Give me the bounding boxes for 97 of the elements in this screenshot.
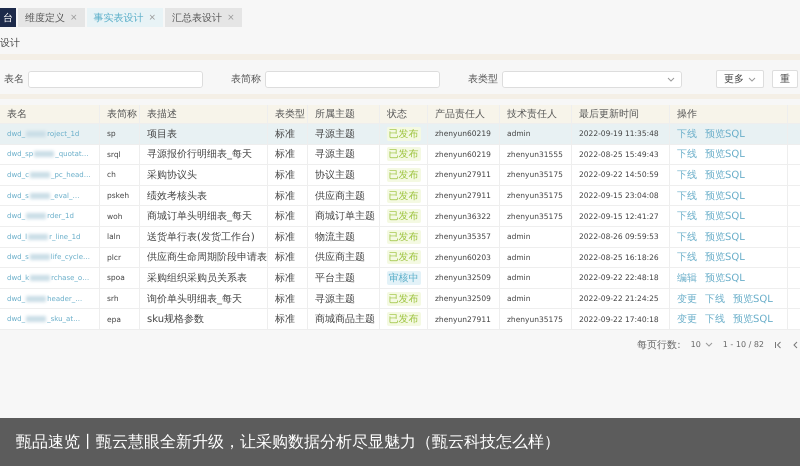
action-link[interactable]: 预览SQL — [705, 126, 745, 141]
table-cell-text: 采购组织采购员关系表 — [147, 272, 247, 285]
action-link[interactable]: 下线 — [705, 292, 725, 306]
action-link[interactable]: 下线 — [677, 147, 697, 162]
table-cell-text: 协议主题 — [315, 168, 355, 182]
table-cell-text: 标准 — [275, 250, 295, 264]
column-header: 状态 — [380, 105, 428, 123]
status-tag: 已发布 — [386, 292, 420, 306]
tab[interactable]: 维度定义 × — [18, 8, 85, 27]
table-cell-text: 寻源报价行明细表_每天 — [147, 148, 252, 162]
action-link[interactable]: 预览SQL — [733, 312, 773, 326]
button[interactable]: 重 — [772, 70, 798, 88]
table-cell-text: 询价单头明细表_每天 — [147, 292, 242, 306]
column-header: 技术责任人 — [500, 105, 572, 123]
table-cell-text: 标准 — [275, 190, 295, 203]
action-link[interactable]: 下线 — [677, 209, 697, 224]
column-header: 产品责任人 — [428, 105, 500, 123]
column-header: 所属主题 — [308, 105, 380, 123]
action-link[interactable]: 编辑 — [677, 270, 697, 285]
action-link[interactable]: 下线 — [677, 168, 697, 182]
action-link[interactable]: 预览SQL — [705, 250, 745, 264]
table-cell-text: 标准 — [275, 230, 295, 244]
table-cell-text: 商城商品主题 — [315, 312, 375, 326]
rows-per-page-label: 每页行数: — [637, 338, 681, 352]
status-tag: 审核中 — [386, 270, 420, 285]
action-link[interactable]: 下线 — [677, 250, 697, 264]
action-link[interactable]: 下线 — [677, 188, 697, 203]
column-header: 操作 — [670, 105, 788, 123]
previous-page-icon[interactable] — [792, 340, 798, 349]
first-page-icon[interactable] — [774, 340, 782, 349]
more-button[interactable]: 更多 — [716, 70, 764, 88]
column-header: 表类型 — [268, 105, 308, 123]
table-cell-text: 绩效考核头表 — [147, 190, 207, 203]
status-tag: 已发布 — [386, 312, 420, 326]
action-link[interactable]: 预览SQL — [705, 188, 745, 203]
column-header: 表名 — [0, 105, 100, 123]
page-range: 1 - 10 / 82 — [722, 340, 764, 350]
action-link[interactable]: 预览SQL — [705, 168, 745, 182]
table-cell-text: 标准 — [275, 210, 295, 224]
close-icon[interactable]: × — [70, 12, 78, 22]
action-link[interactable]: 下线 — [677, 126, 697, 141]
status-tag: 已发布 — [386, 168, 420, 182]
action-link[interactable]: 预览SQL — [733, 292, 773, 306]
table-cell-text: 供应商主题 — [315, 190, 365, 203]
field-label: 表类型 — [468, 72, 498, 86]
close-icon[interactable]: × — [227, 12, 235, 22]
column-header: 表简称 — [100, 105, 140, 123]
status-tag: 已发布 — [386, 230, 420, 244]
status-tag: 已发布 — [386, 126, 420, 141]
table-cell-text: 采购协议头 — [147, 168, 197, 182]
table-cell-text: 寻源主题 — [315, 148, 355, 162]
page-title: 设计 — [0, 36, 21, 50]
page-size-select[interactable]: 10 — [690, 340, 713, 350]
select-field[interactable] — [502, 70, 682, 88]
tab[interactable]: 台 — [0, 8, 16, 27]
table-cell-text: 商城订单头明细表_每天 — [147, 210, 252, 224]
action-link[interactable]: 预览SQL — [705, 270, 745, 285]
action-link[interactable]: 下线 — [677, 230, 697, 244]
action-link[interactable]: 下线 — [705, 312, 725, 326]
table-cell-text: 标准 — [275, 168, 295, 182]
table-cell-text: 寻源主题 — [315, 292, 355, 306]
action-link[interactable]: 变更 — [677, 292, 697, 306]
caption: 甄品速览丨甄云慧眼全新升级，让采购数据分析尽显魅力（甄云科技怎么样） — [16, 432, 560, 452]
table-cell-text: 供应商主题 — [315, 250, 365, 264]
action-link[interactable]: 预览SQL — [705, 230, 745, 244]
table-cell-text: 平台主题 — [315, 272, 355, 285]
action-link[interactable]: 变更 — [677, 312, 697, 326]
field-label: 表简称 — [231, 72, 261, 86]
input-field[interactable] — [28, 70, 203, 88]
chevron-down-icon — [704, 342, 713, 348]
field-label: 表名 — [4, 72, 24, 86]
table-cell-text: 标准 — [275, 148, 295, 162]
close-icon[interactable]: × — [148, 12, 156, 22]
table-cell-text: 送货单行表(发货工作台) — [147, 230, 255, 244]
tab[interactable]: 事实表设计 × — [86, 8, 164, 27]
table-cell-text: 标准 — [275, 272, 295, 285]
table-cell-text: 标准 — [275, 292, 295, 306]
tab[interactable]: 汇总表设计 × — [165, 8, 242, 27]
table-cell-text: 标准 — [275, 128, 295, 141]
table-cell-text: sku规格参数 — [147, 312, 204, 326]
status-tag: 已发布 — [386, 250, 420, 264]
table-cell-text: 寻源主题 — [315, 128, 355, 141]
status-tag: 已发布 — [386, 209, 420, 224]
chevron-down-icon — [748, 76, 756, 82]
action-link[interactable]: 预览SQL — [705, 147, 745, 162]
chevron-down-icon — [667, 76, 675, 82]
table-cell-text: 供应商生命周期阶段申请表 — [147, 250, 267, 264]
table-cell-text: 商城订单主题 — [315, 210, 375, 224]
table-cell-text: 项目表 — [147, 128, 177, 141]
column-header: 表描述 — [140, 105, 268, 123]
input-field[interactable] — [265, 70, 440, 88]
table-cell-text: 标准 — [275, 312, 295, 326]
column-header: 最后更新时间 — [572, 105, 670, 123]
status-tag: 已发布 — [386, 147, 420, 162]
status-tag: 已发布 — [386, 188, 420, 203]
action-link[interactable]: 预览SQL — [705, 209, 745, 224]
table-cell-text: 物流主题 — [315, 230, 355, 244]
